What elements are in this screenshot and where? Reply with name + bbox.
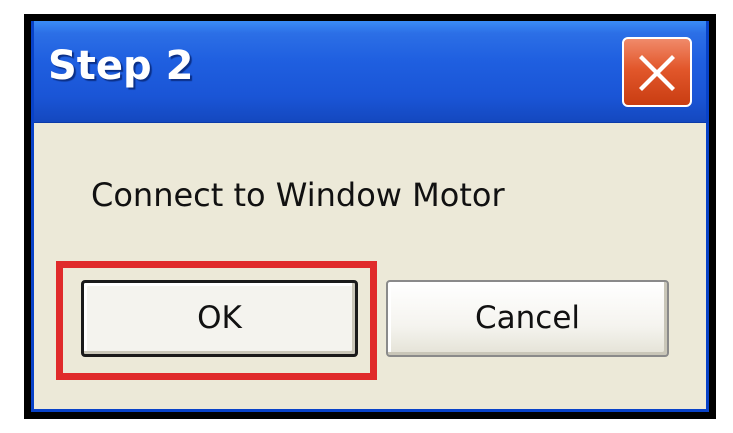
dialog-title: Step 2 [48,43,194,89]
close-x-icon [639,55,675,91]
dialog-message: Connect to Window Motor [91,176,505,214]
ok-button-highlight-box [56,261,377,380]
cancel-button[interactable]: Cancel [386,280,669,357]
title-bar[interactable]: Step 2 [34,21,706,123]
close-button[interactable] [622,37,692,107]
